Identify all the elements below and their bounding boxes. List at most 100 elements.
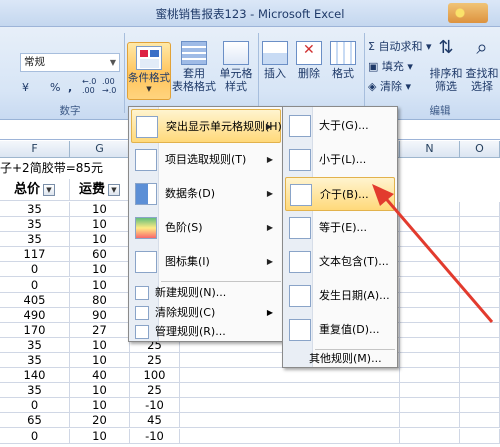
cell-note[interactable]: 子+2简胶带=85元 [0,159,103,176]
table-cell[interactable] [180,383,400,399]
column-header-g[interactable]: G [70,141,130,158]
table-cell[interactable]: -10 [130,398,180,414]
table-cell[interactable] [400,337,460,353]
table-cell[interactable] [400,368,460,384]
table-cell[interactable] [400,428,460,444]
table-cell[interactable] [400,413,460,429]
clear-button[interactable]: ◈ 清除 ▾ [368,79,411,95]
table-cell[interactable]: 35 [0,353,70,368]
find-select-button[interactable]: ⌕ 查找和 选择 [464,37,500,93]
comma-button[interactable]: , [68,80,72,96]
table-cell[interactable] [400,398,460,414]
menu-item-data-bars[interactable]: 数据条(D) ▶ [131,177,281,211]
table-cell[interactable]: 140 [0,368,70,384]
menu-item-top-bottom-rules[interactable]: 项目选取规则(T) ▶ [131,143,281,177]
percent-button[interactable]: % [50,80,60,96]
table-cell[interactable]: 20 [70,413,130,429]
table-cell[interactable]: 10 [70,262,130,278]
table-cell[interactable] [460,398,500,414]
table-cell[interactable]: 35 [0,232,70,248]
table-format-button[interactable]: 套用 表格格式 [172,41,216,93]
submenu-item-less-than[interactable]: 小于(L)... [285,143,395,177]
table-cell[interactable]: 35 [0,337,70,353]
table-cell[interactable] [460,383,500,399]
menu-item-highlight-rules[interactable]: 突出显示单元格规则(H) ▶ [131,109,282,143]
table-cell[interactable]: 80 [70,292,130,308]
decrease-decimal-button[interactable]: .00 →.0 [102,77,120,95]
table-cell[interactable]: -10 [130,428,180,444]
table-cell[interactable]: 405 [0,292,70,308]
table-cell[interactable] [180,368,400,384]
table-cell[interactable]: 60 [70,247,130,263]
menu-item-color-scales[interactable]: 色阶(S) ▶ [131,211,281,245]
table-cell[interactable] [180,398,400,414]
table-cell[interactable]: 0 [0,398,70,414]
table-cell[interactable] [460,413,500,429]
menu-item-clear-rules[interactable]: 清除规则(C) ▶ [131,303,281,323]
table-cell[interactable] [400,353,460,368]
number-format-select[interactable]: 常规 ▼ [20,53,120,72]
cell-style-icon [223,41,249,65]
table-cell[interactable] [400,383,460,399]
table-cell[interactable] [460,428,500,444]
cell-style-button[interactable]: 单元格 样式 [216,41,256,93]
table-cell[interactable]: 10 [70,337,130,353]
header-cell-total[interactable]: 总价 ▼ [0,179,70,201]
table-cell[interactable]: 35 [0,202,70,217]
table-cell[interactable]: 65 [0,413,70,429]
filter-dropdown-icon[interactable]: ▼ [43,183,55,196]
menu-item-icon-sets[interactable]: 图标集(I) ▶ [131,245,281,279]
sort-filter-button[interactable]: ⇅ 排序和 筛选 [428,39,464,94]
table-cell[interactable]: 490 [0,307,70,323]
table-cell[interactable]: 10 [70,398,130,414]
submenu-item-label: 其他规则(M)... [309,352,382,365]
table-cell[interactable]: 25 [130,383,180,399]
filter-dropdown-icon[interactable]: ▼ [108,183,120,196]
delete-button[interactable]: 删除 [294,41,324,80]
submenu-item-more-rules[interactable]: 其他规则(M)... [285,349,395,369]
table-cell[interactable] [460,353,500,368]
table-cell[interactable] [180,413,400,429]
fill-button[interactable]: ▣ 填充 ▾ [368,59,413,75]
fill-label: 填充 [381,60,404,73]
table-cell[interactable]: 10 [70,353,130,368]
icon-sets-icon [135,251,157,273]
table-cell[interactable]: 10 [70,277,130,293]
table-cell[interactable]: 10 [70,202,130,217]
currency-button[interactable]: ¥ [22,80,29,96]
table-cell[interactable]: 170 [0,322,70,338]
table-cell[interactable]: 0 [0,428,70,444]
menu-item-new-rule[interactable]: 新建规则(N)... [131,283,281,303]
submenu-item-greater-than[interactable]: 大于(G)... [285,109,395,143]
menu-item-manage-rules[interactable]: 管理规则(R)... [131,322,281,342]
table-cell[interactable] [460,337,500,353]
table-cell[interactable]: 90 [70,307,130,323]
increase-decimal-button[interactable]: ←.0 .00 [82,77,100,95]
table-cell[interactable]: 40 [70,368,130,384]
table-cell[interactable]: 0 [0,277,70,293]
table-cell[interactable]: 10 [70,383,130,399]
table-format-label-2: 表格格式 [172,80,216,93]
column-header-o[interactable]: O [460,141,500,158]
table-cell[interactable] [180,428,400,444]
table-cell[interactable] [460,368,500,384]
table-cell[interactable]: 27 [70,322,130,338]
table-cell[interactable]: 35 [0,217,70,233]
header-cell-shipping[interactable]: 运费 ▼ [70,179,130,201]
table-cell[interactable]: 10 [70,428,130,444]
table-cell[interactable]: 25 [130,353,180,368]
column-header-f[interactable]: F [0,141,70,158]
table-cell[interactable]: 0 [0,262,70,278]
table-cell[interactable]: 35 [0,383,70,399]
table-cell[interactable]: 117 [0,247,70,263]
format-button[interactable]: 格式 [328,41,358,80]
table-cell[interactable]: 100 [130,368,180,384]
table-cell[interactable]: 10 [70,232,130,248]
conditional-format-button[interactable]: 条件格式 ▼ [127,42,171,100]
table-cell[interactable]: 10 [70,217,130,233]
table-cell[interactable]: 45 [130,413,180,429]
insert-button[interactable]: 插入 [260,41,290,80]
column-header-n[interactable]: N [400,141,460,158]
autosum-button[interactable]: Σ 自动求和 ▾ [368,39,431,55]
date-occurring-icon [289,285,311,307]
